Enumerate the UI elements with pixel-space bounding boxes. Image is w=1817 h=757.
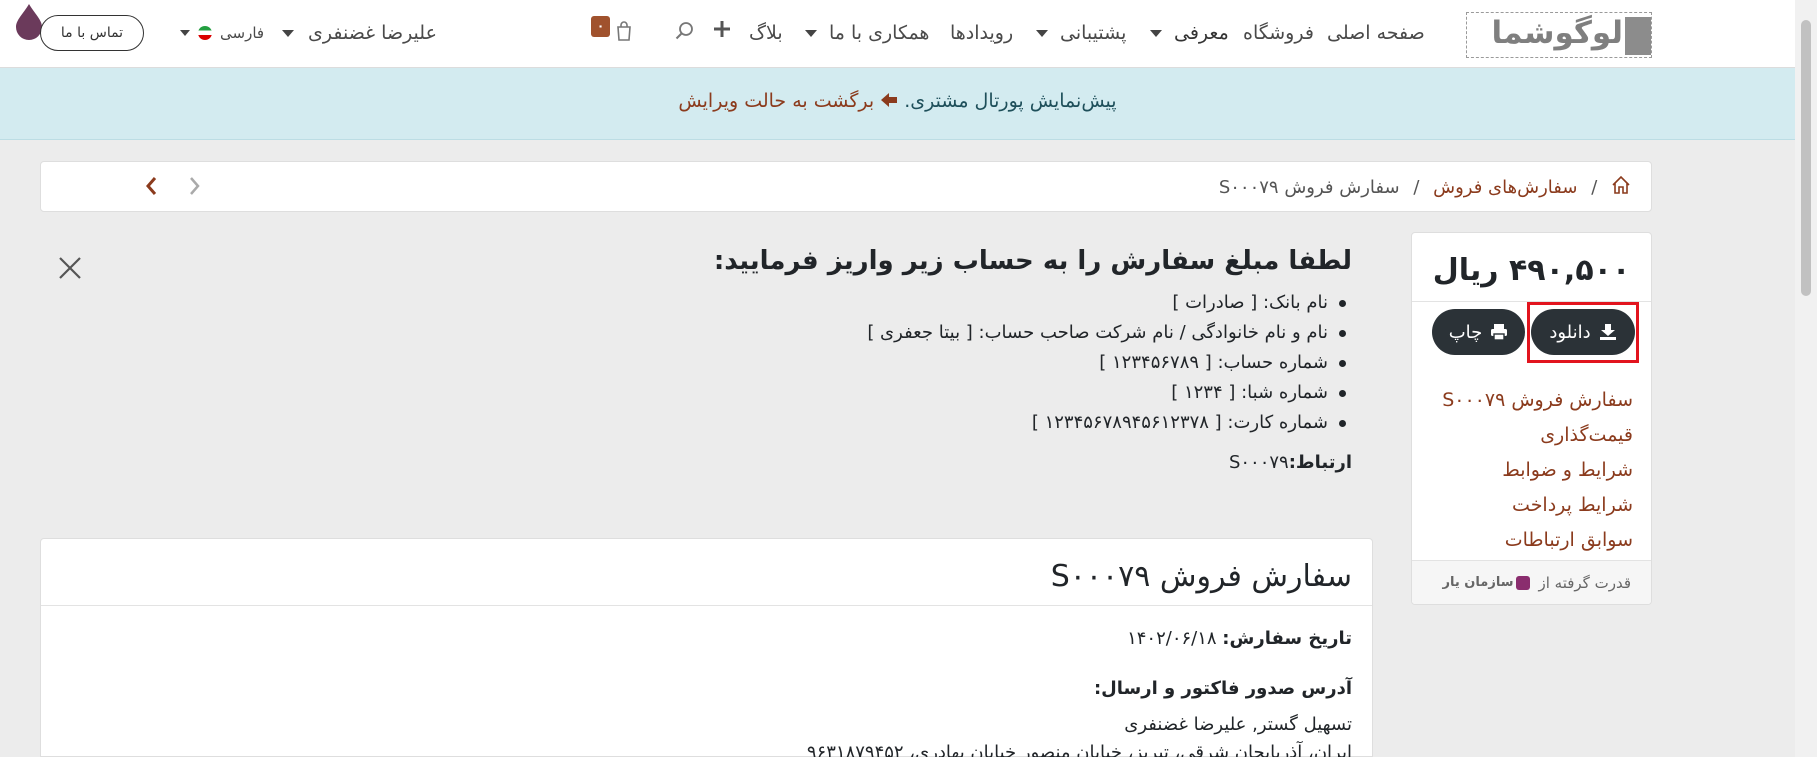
printer-icon bbox=[1491, 324, 1508, 341]
back-to-edit-link[interactable]: برگشت به حالت ویرایش bbox=[678, 90, 874, 112]
list-item: نام بانک: [ صادرات ] bbox=[714, 288, 1352, 318]
nav-blog[interactable]: بلاگ bbox=[749, 18, 783, 48]
download-highlight-box bbox=[1527, 302, 1639, 363]
plus-icon[interactable] bbox=[713, 20, 731, 38]
breadcrumb-sales-orders[interactable]: سفارش‌های فروش bbox=[1433, 177, 1577, 198]
breadcrumb-separator: / bbox=[1413, 177, 1420, 198]
nav-support-label: پشتیبانی bbox=[1060, 22, 1127, 44]
order-date-row: تاریخ سفارش: ۱۴۰۲/۰۶/۱۸ bbox=[807, 625, 1352, 653]
iran-flag-icon bbox=[198, 26, 212, 40]
list-item: شماره کارت: [ ۱۲۳۴۵۶۷۸۹۴۵۶۱۲۳۷۸ ] bbox=[714, 408, 1352, 438]
cart-count-badge: ۰ bbox=[591, 16, 610, 37]
address-label: آدرس صدور فاکتور و ارسال: bbox=[1093, 678, 1352, 699]
order-detail-card: سفارش فروش S۰۰۰۷۹ تاریخ سفارش: ۱۴۰۲/۰۶/۱… bbox=[40, 538, 1373, 757]
list-item: نام و نام خانوادگی / نام شرکت صاحب حساب:… bbox=[714, 318, 1352, 348]
sidebar-nav: سفارش فروش S۰۰۰۷۹ قیمت‌گذاری شرایط و ضوا… bbox=[1442, 383, 1633, 558]
list-item: شماره شبا: [ ۱۲۳۴ ] bbox=[714, 378, 1352, 408]
nav-events[interactable]: رویدادها bbox=[950, 18, 1013, 48]
sidebar-link-order[interactable]: سفارش فروش S۰۰۰۷۹ bbox=[1442, 383, 1633, 418]
scrollbar-thumb[interactable] bbox=[1801, 20, 1811, 296]
top-navbar: تماس با ما فارسی علیرضا غضنفری ۰ بلاگ هم… bbox=[0, 0, 1795, 68]
preview-lead-text: پیش‌نمایش پورتال مشتری. bbox=[904, 90, 1117, 112]
nav-home[interactable]: صفحه اصلی bbox=[1327, 18, 1425, 48]
nav-cooperate[interactable]: همکاری با ما bbox=[805, 18, 929, 48]
nav-intro-label: معرفی bbox=[1174, 22, 1229, 44]
next-record-icon[interactable] bbox=[189, 176, 201, 196]
order-info: تاریخ سفارش: ۱۴۰۲/۰۶/۱۸ آدرس صدور فاکتور… bbox=[807, 625, 1352, 757]
logo-text: لوگوشما bbox=[1491, 15, 1624, 51]
user-name: علیرضا غضنفری bbox=[308, 22, 437, 44]
breadcrumb-current: سفارش فروش S۰۰۰۷۹ bbox=[1218, 177, 1400, 198]
sidebar-link-pricing[interactable]: قیمت‌گذاری bbox=[1442, 418, 1633, 453]
nav-shop[interactable]: فروشگاه bbox=[1243, 18, 1314, 48]
site-logo[interactable]: لوگوشما bbox=[1466, 12, 1652, 58]
logo-mark bbox=[1625, 17, 1651, 55]
preview-banner-text: پیش‌نمایش پورتال مشتری. برگشت به حالت وی… bbox=[0, 90, 1795, 113]
chevron-down-icon bbox=[1150, 29, 1162, 37]
order-date-value: ۱۴۰۲/۰۶/۱۸ bbox=[1127, 628, 1217, 649]
page-scrollbar[interactable] bbox=[1795, 0, 1817, 757]
chevron-down-icon bbox=[805, 29, 817, 37]
reference-value: S۰۰۰۷۹ bbox=[1228, 452, 1289, 473]
address-line-1: تسهیل گستر, علیرضا غضنفری bbox=[1124, 714, 1352, 735]
order-date-label: تاریخ سفارش: bbox=[1222, 628, 1352, 649]
breadcrumb-separator: / bbox=[1591, 177, 1598, 198]
print-button[interactable]: چاپ bbox=[1432, 309, 1525, 355]
contact-us-button[interactable]: تماس با ما bbox=[40, 15, 144, 51]
chevron-down-icon bbox=[282, 29, 294, 37]
powered-by-footer: قدرت گرفته از سازمان یار bbox=[1412, 560, 1651, 604]
brand-s-icon bbox=[1516, 575, 1531, 590]
reference-label: ارتباط: bbox=[1288, 452, 1352, 473]
cart-icon[interactable] bbox=[614, 20, 634, 42]
prev-record-icon[interactable] bbox=[145, 176, 157, 196]
payment-details-list: نام بانک: [ صادرات ] نام و نام خانوادگی … bbox=[714, 288, 1352, 438]
brand-name: سازمان یار bbox=[1442, 575, 1514, 590]
list-item: شماره حساب: [ ۱۲۳۴۵۶۷۸۹ ] bbox=[714, 348, 1352, 378]
search-icon[interactable] bbox=[675, 21, 695, 41]
breadcrumb: / سفارش‌های فروش / سفارش فروش S۰۰۰۷۹ bbox=[1219, 175, 1631, 200]
nav-intro[interactable]: معرفی bbox=[1150, 18, 1229, 48]
breadcrumb-panel: / سفارش‌های فروش / سفارش فروش S۰۰۰۷۹ bbox=[40, 161, 1652, 212]
nav-support[interactable]: پشتیبانی bbox=[1036, 18, 1126, 48]
sidebar-link-communication-history[interactable]: سوابق ارتباطات bbox=[1442, 523, 1633, 558]
powered-by-label: قدرت گرفته از bbox=[1538, 573, 1631, 592]
address-line-2: ایران، آذربایجان شرقی، تبریز، خیابان منص… bbox=[806, 742, 1352, 757]
order-summary-card: ۴۹۰,۵۰۰ ریال چاپ دانلود سفارش فروش S۰۰۰۷… bbox=[1411, 232, 1652, 605]
chevron-down-icon bbox=[1036, 29, 1048, 37]
payment-title: لطفا مبلغ سفارش را به حساب زیر واریز فرم… bbox=[713, 246, 1352, 276]
language-selector[interactable]: فارسی bbox=[180, 18, 264, 48]
order-title: سفارش فروش S۰۰۰۷۹ bbox=[1050, 559, 1352, 594]
print-label: چاپ bbox=[1448, 321, 1483, 343]
nav-cooperate-label: همکاری با ما bbox=[829, 22, 930, 44]
language-label: فارسی bbox=[220, 24, 265, 42]
brand-logo[interactable]: سازمان یار bbox=[1443, 575, 1531, 590]
preview-banner: پیش‌نمایش پورتال مشتری. برگشت به حالت وی… bbox=[0, 68, 1795, 140]
sidebar-link-terms[interactable]: شرایط و ضوابط bbox=[1442, 453, 1633, 488]
order-amount: ۴۹۰,۵۰۰ ریال bbox=[1432, 253, 1631, 288]
user-menu[interactable]: علیرضا غضنفری bbox=[282, 18, 437, 48]
chevron-down-icon bbox=[180, 30, 190, 36]
close-icon[interactable] bbox=[56, 254, 84, 282]
arrow-left-icon bbox=[880, 91, 898, 113]
divider bbox=[41, 605, 1372, 606]
payment-reference: ارتباط:S۰۰۰۷۹ bbox=[714, 452, 1352, 473]
payment-instructions: لطفا مبلغ سفارش را به حساب زیر واریز فرم… bbox=[714, 246, 1352, 473]
sidebar-link-payment-terms[interactable]: شرایط پرداخت bbox=[1442, 488, 1633, 523]
home-icon[interactable] bbox=[1611, 175, 1631, 200]
